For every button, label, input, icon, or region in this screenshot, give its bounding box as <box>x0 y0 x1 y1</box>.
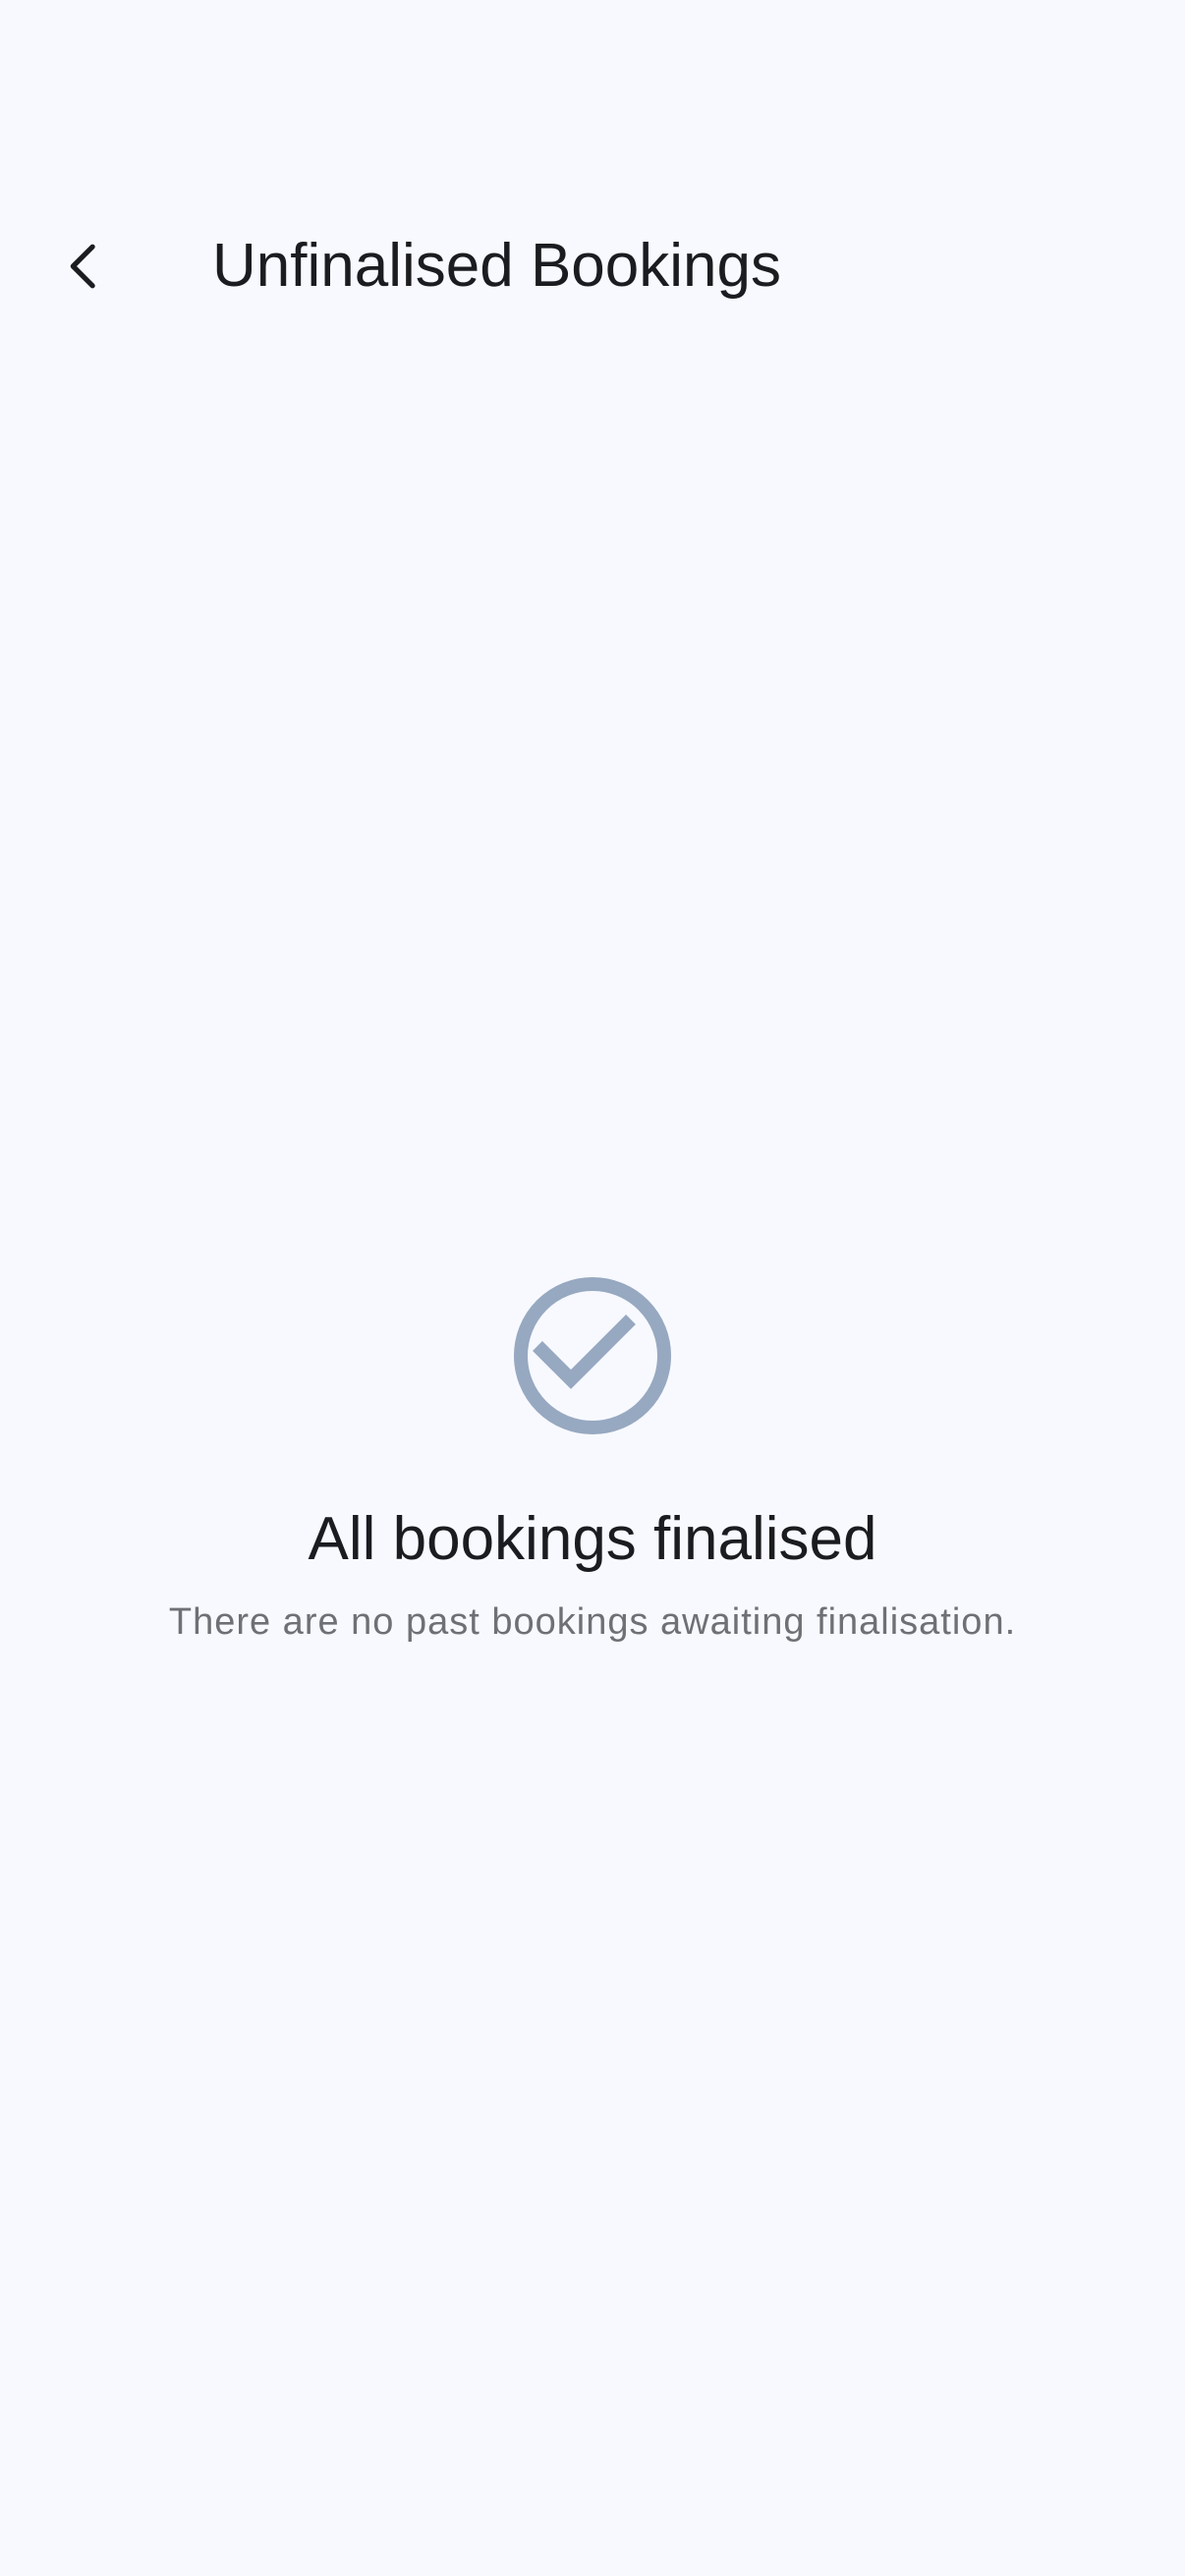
top-app-bar: Unfinalised Bookings <box>0 201 1185 331</box>
check-circle-icon <box>514 1277 671 1434</box>
empty-state-title: All bookings finalised <box>308 1505 877 1573</box>
back-button[interactable] <box>39 221 130 311</box>
page-title: Unfinalised Bookings <box>212 232 782 300</box>
chevron-left-icon <box>70 244 95 289</box>
empty-state-subtitle: There are no past bookings awaiting fina… <box>168 1601 1017 1643</box>
empty-state: All bookings finalised There are no past… <box>0 1272 1185 1646</box>
